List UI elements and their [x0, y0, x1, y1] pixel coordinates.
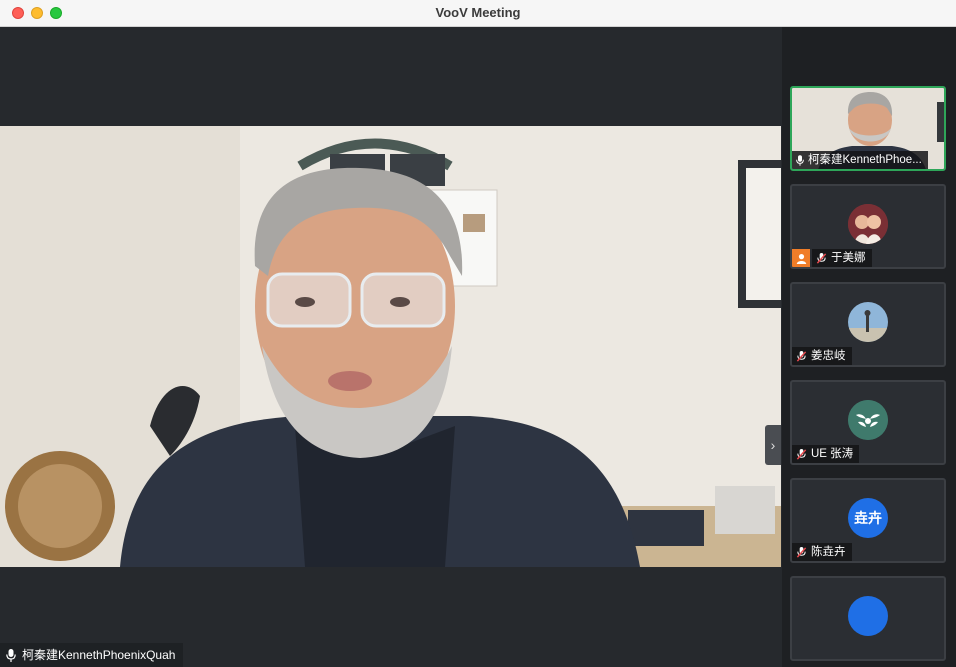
participant-name-tag: 陈垚卉: [792, 543, 852, 561]
microphone-muted-icon: [796, 448, 807, 460]
avatar-photo: [848, 204, 888, 244]
microphone-icon: [6, 648, 16, 662]
microphone-icon: [796, 154, 804, 166]
participant-tile[interactable]: 柯秦建KennethPhoe...: [790, 86, 946, 171]
voov-window: VooV Meeting › 柯秦建KennethPhoenixQuah 柯秦建…: [0, 0, 956, 667]
participant-name-tag: 柯秦建KennethPhoe...: [792, 151, 928, 169]
participant-name-tag: UE 张涛: [792, 445, 860, 463]
window-title: VooV Meeting: [435, 5, 521, 20]
title-bar: VooV Meeting: [0, 0, 956, 27]
microphone-muted-icon: [796, 350, 807, 362]
participant-name: 姜忠岐: [811, 350, 846, 362]
avatar-logo: [848, 400, 888, 440]
speaker-video[interactable]: ›: [0, 126, 781, 567]
next-page-button[interactable]: ›: [765, 425, 781, 465]
participant-name-tag: 姜忠岐: [792, 347, 852, 365]
speaker-name: 柯秦建KennethPhoenixQuah: [22, 648, 176, 662]
participant-tile[interactable]: UE 张涛: [790, 380, 946, 465]
avatar-photo: [848, 302, 888, 342]
participant-tile-partial[interactable]: [790, 576, 946, 661]
participant-gallery: 柯秦建KennethPhoe... 于美娜 姜忠岐 UE 张涛 垚卉 陈垚卉: [782, 27, 956, 667]
participant-avatar: [848, 204, 888, 244]
participant-name: 柯秦建KennethPhoe...: [808, 154, 922, 166]
speaker-name-tag: 柯秦建KennethPhoenixQuah: [0, 643, 184, 667]
microphone-muted-icon: [796, 546, 807, 558]
participant-avatar-initials: 垚卉: [848, 498, 888, 538]
participant-avatar: [848, 596, 888, 636]
participant-name: 于美娜: [831, 252, 866, 264]
main-stage: › 柯秦建KennethPhoenixQuah: [0, 27, 781, 667]
participant-tile[interactable]: 姜忠岐: [790, 282, 946, 367]
speaker-video-frame: [0, 126, 781, 567]
participant-avatar: [848, 302, 888, 342]
microphone-muted-icon: [816, 252, 827, 264]
participant-tile[interactable]: 垚卉 陈垚卉: [790, 478, 946, 563]
participant-avatar: [848, 400, 888, 440]
participant-tile[interactable]: 于美娜: [790, 184, 946, 269]
participant-name: 陈垚卉: [811, 546, 846, 558]
participant-name: UE 张涛: [811, 448, 854, 460]
host-icon: [792, 249, 810, 267]
participant-name-tag: 于美娜: [812, 249, 872, 267]
